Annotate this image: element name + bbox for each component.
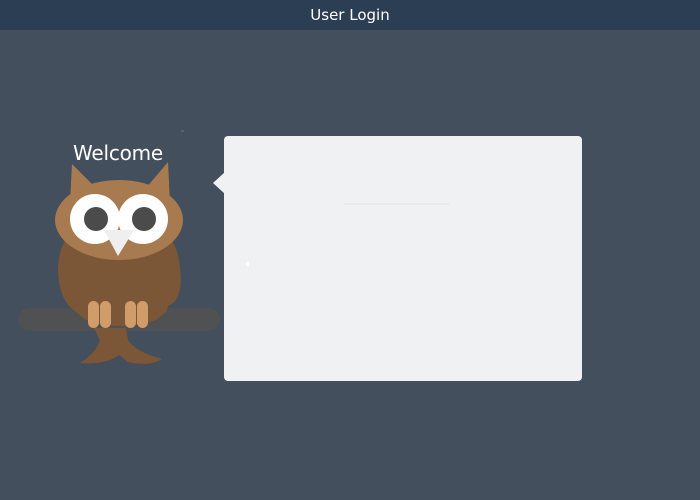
owl-talon: [88, 301, 99, 328]
owl-mascot-icon: [18, 162, 220, 364]
owl-talon: [137, 301, 148, 328]
panel-faint-dot: [246, 262, 249, 266]
owl-tail: [80, 328, 162, 364]
owl-left-pupil: [84, 207, 108, 231]
owl-talon: [100, 301, 111, 328]
login-panel[interactable]: [224, 136, 582, 381]
owl-talon: [125, 301, 136, 328]
window-title: User Login: [0, 0, 700, 30]
decorative-speck: [181, 130, 184, 132]
login-screen: User Login Welcome: [0, 0, 700, 500]
panel-faint-line: [344, 203, 449, 205]
owl-right-pupil: [132, 207, 156, 231]
